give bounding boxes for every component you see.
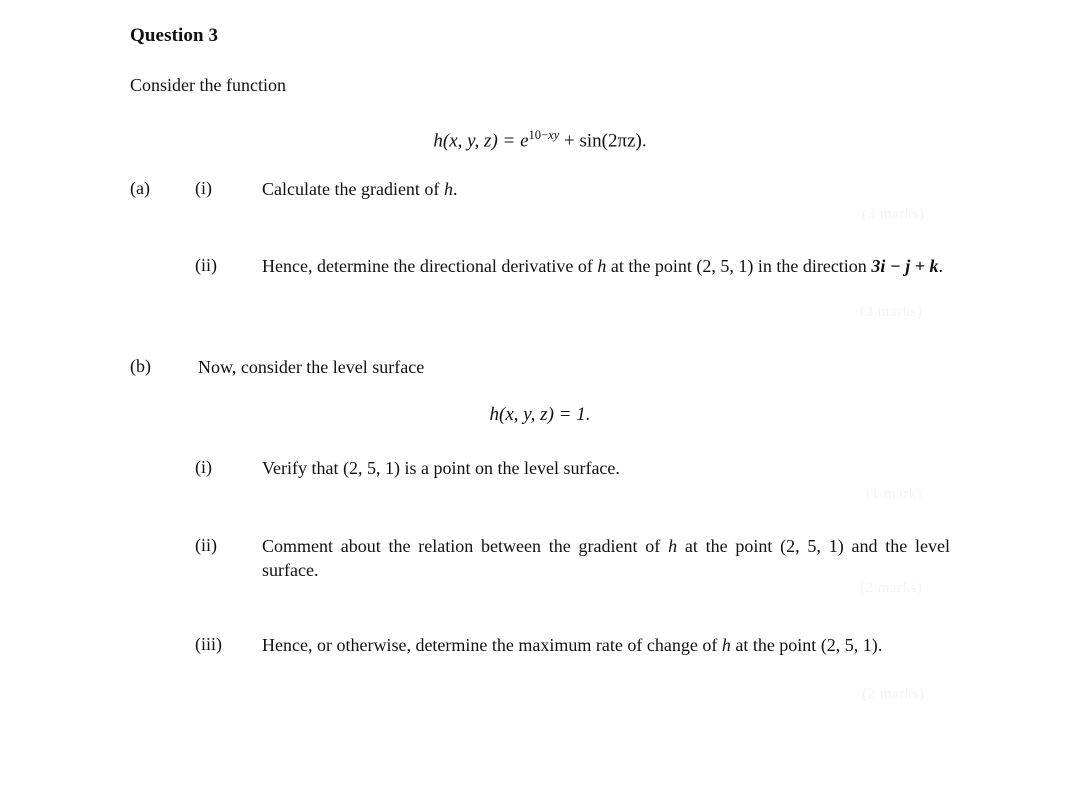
- subpart-b-i-tail: is a point on the level surface.: [399, 458, 620, 478]
- level-surface-equation: h(x, y, z) = 1.: [489, 404, 591, 425]
- subpart-a-ii-mid: at the point: [606, 256, 697, 276]
- math-h: h: [721, 635, 731, 655]
- math-direction-vector: 3i − j + k: [871, 256, 939, 276]
- subpart-label-a-ii: (ii): [195, 255, 217, 275]
- subpart-text-b-ii: Comment about the relation between the g…: [262, 535, 950, 583]
- mark-allocation-a-ii: (3 marks): [860, 304, 922, 321]
- subpart-b-iii-lead: Hence, or otherwise, determine the maxim…: [262, 635, 722, 655]
- intro-text: Consider the function: [130, 75, 286, 95]
- math-point: (2, 5, 1): [696, 256, 754, 276]
- math-point: (2, 5, 1): [780, 536, 844, 556]
- subpart-b-i-lead: Verify that: [262, 458, 343, 478]
- subpart-a-ii-lead: Hence, determine the directional derivat…: [262, 256, 598, 276]
- subpart-label-a-i: (i): [195, 178, 212, 198]
- subpart-b-ii-lead: Comment about the relation between the g…: [262, 536, 669, 556]
- subpart-text-a-i: Calculate the gradient of h.: [262, 178, 950, 202]
- mark-allocation-a-i: (3 marks): [862, 206, 924, 223]
- part-label-a: (a): [130, 178, 150, 198]
- subpart-a-i-period: .: [452, 179, 458, 199]
- page-title: Question 3: [130, 25, 219, 46]
- subpart-b-iii-mid: at the point: [730, 635, 821, 655]
- mark-allocation-b-ii: (2 marks): [860, 580, 922, 597]
- subpart-label-b-i: (i): [195, 457, 212, 477]
- subpart-a-ii-mid2: in the direction: [753, 256, 872, 276]
- math-h: h: [597, 256, 607, 276]
- subpart-b-ii-mid: at the point: [677, 536, 781, 556]
- subpart-label-b-ii: (ii): [195, 535, 217, 555]
- mark-allocation-b-iii: (2 marks): [862, 686, 924, 703]
- equation-rhs: + sin(2πz).: [564, 130, 647, 152]
- subpart-text-b-i: Verify that (2, 5, 1) is a point on the …: [262, 457, 950, 481]
- math-point: (2, 5, 1): [342, 458, 400, 478]
- exponent-variables: xy: [548, 128, 560, 142]
- subpart-b-iii-tail: .: [877, 635, 883, 655]
- part-label-b: (b): [130, 356, 151, 376]
- main-function-equation: h(x, y, z) = e10−xy + sin(2πz).: [0, 128, 1080, 152]
- subpart-text-b-iii: Hence, or otherwise, determine the maxim…: [262, 634, 950, 658]
- mark-allocation-b-i: (1 mark): [866, 486, 922, 503]
- question-page: Question 3 Consider the function h(x, y,…: [0, 0, 1080, 790]
- equation-lhs: h(x, y, z) = e: [433, 130, 529, 152]
- math-point: (2, 5, 1): [820, 635, 878, 655]
- math-h: h: [443, 179, 453, 199]
- part-b-intro: Now, consider the level surface: [198, 357, 425, 377]
- subpart-text-a-ii: Hence, determine the directional derivat…: [262, 255, 950, 279]
- subpart-a-ii-period: .: [938, 256, 943, 276]
- math-h: h: [668, 536, 678, 556]
- exponent-constant: 10−: [528, 128, 549, 142]
- subpart-label-b-iii: (iii): [195, 634, 222, 654]
- subpart-a-i-lead: Calculate the gradient of: [262, 179, 444, 199]
